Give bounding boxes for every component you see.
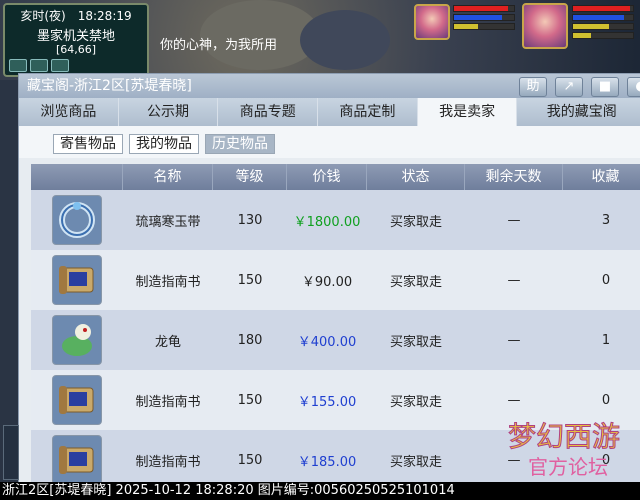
col-name[interactable]: 名称 (123, 164, 213, 190)
settings-button[interactable] (51, 59, 69, 72)
item-level: 180 (237, 332, 263, 348)
scroll-icon[interactable] (52, 435, 102, 485)
item-price: ￥185.00 (297, 454, 357, 470)
item-status: 买家取走 (389, 454, 442, 470)
col-days[interactable]: 剩余天数 (465, 164, 563, 190)
scroll-icon[interactable] (52, 375, 102, 425)
item-fav: 0 (601, 392, 611, 408)
pet-status-bars (453, 5, 515, 32)
game-scene: 亥时(夜) 18:28:19 墨家机关禁地 [64,66] 你的心神，为我所用 藏… (0, 0, 640, 500)
player-status-bars (572, 5, 634, 41)
item-fav: 0 (601, 272, 611, 288)
screenshot-footer: 浙江2区[苏堤春晓] 2025-10-12 18:28:20 图片编号:0056… (0, 482, 640, 500)
coordinates: [64,66] (55, 43, 97, 56)
item-level: 150 (237, 272, 263, 288)
table-row[interactable]: 琉璃寒玉带 130 ￥1800.00 买家取走 — 3 (31, 190, 640, 250)
item-name: 制造指南书 (135, 274, 201, 290)
sub-tabs: 寄售物品 我的物品 历史物品 (19, 126, 640, 158)
help-button[interactable]: 助 (519, 77, 547, 97)
item-fav: 3 (601, 212, 611, 228)
item-status: 买家取走 (389, 394, 442, 410)
main-tabs: 浏览商品 公示期 商品专题 商品定制 我是卖家 我的藏宝阁 (19, 98, 640, 126)
table-row[interactable]: 制造指南书 150 ￥90.00 买家取走 — 0 (31, 250, 640, 310)
close-button[interactable]: ● (627, 77, 640, 97)
share-button[interactable]: ↗ (555, 77, 583, 97)
tab-public[interactable]: 公示期 (118, 98, 219, 126)
tab-custom[interactable]: 商品定制 (318, 98, 418, 126)
item-status: 买家取走 (389, 274, 442, 290)
subtab-my-items[interactable]: 我的物品 (129, 134, 199, 154)
pet-portrait[interactable] (414, 4, 450, 40)
tab-topics[interactable]: 商品专题 (218, 98, 319, 126)
item-status: 买家取走 (389, 334, 442, 350)
col-level[interactable]: 等级 (213, 164, 287, 190)
item-status: 买家取走 (389, 214, 442, 230)
tab-browse[interactable]: 浏览商品 (19, 98, 119, 126)
item-days: — (507, 332, 521, 348)
svg-text:官方论坛: 官方论坛 (528, 455, 608, 479)
item-level: 150 (237, 452, 263, 468)
item-fav: 1 (601, 332, 611, 348)
item-days: — (507, 272, 521, 288)
item-name: 制造指南书 (135, 454, 201, 470)
col-fav[interactable]: 收藏 (563, 164, 640, 190)
item-price: ￥400.00 (297, 334, 357, 350)
location-panel: 亥时(夜) 18:28:19 墨家机关禁地 [64,66] (3, 3, 149, 77)
item-name: 制造指南书 (135, 394, 201, 410)
dragon-turtle-icon[interactable] (52, 315, 102, 365)
table-header: 名称 等级 价钱 状态 剩余天数 收藏 (31, 164, 640, 190)
tab-seller[interactable]: 我是卖家 (417, 98, 518, 126)
game-logo-watermark: 梦幻西游 官方论坛 (508, 420, 621, 480)
item-level: 150 (237, 392, 263, 408)
col-status[interactable]: 状态 (367, 164, 465, 190)
item-days: — (507, 392, 521, 408)
col-icon (31, 164, 123, 190)
jade-belt-icon[interactable] (52, 195, 102, 245)
map-button[interactable] (9, 59, 27, 72)
tab-my-pavilion[interactable]: 我的藏宝阁 (517, 98, 640, 126)
subtab-consign[interactable]: 寄售物品 (53, 134, 123, 154)
clock: 18:28:19 (77, 9, 132, 23)
area-name: 墨家机关禁地 (36, 29, 115, 44)
scroll-icon[interactable] (52, 255, 102, 305)
npc-chat-text: 你的心神，为我所用 (160, 38, 278, 53)
col-price[interactable]: 价钱 (287, 164, 367, 190)
chat-scrollbar[interactable] (3, 425, 19, 480)
item-price: ￥90.00 (301, 274, 353, 290)
subtab-history[interactable]: 历史物品 (205, 134, 275, 154)
item-price: ￥1800.00 (293, 214, 361, 230)
time-period: 亥时(夜) (20, 9, 66, 23)
item-level: 130 (237, 212, 263, 228)
minimize-button[interactable]: ■ (591, 77, 619, 97)
table-row[interactable]: 龙龟 180 ￥400.00 买家取走 — 1 (31, 310, 640, 370)
player-portrait[interactable] (522, 3, 568, 49)
item-name: 龙龟 (154, 334, 181, 350)
svg-text:梦幻西游: 梦幻西游 (508, 420, 620, 453)
item-days: — (507, 212, 521, 228)
item-price: ￥155.00 (297, 394, 357, 410)
item-name: 琉璃寒玉带 (135, 214, 201, 230)
world-map-button[interactable] (30, 59, 48, 72)
